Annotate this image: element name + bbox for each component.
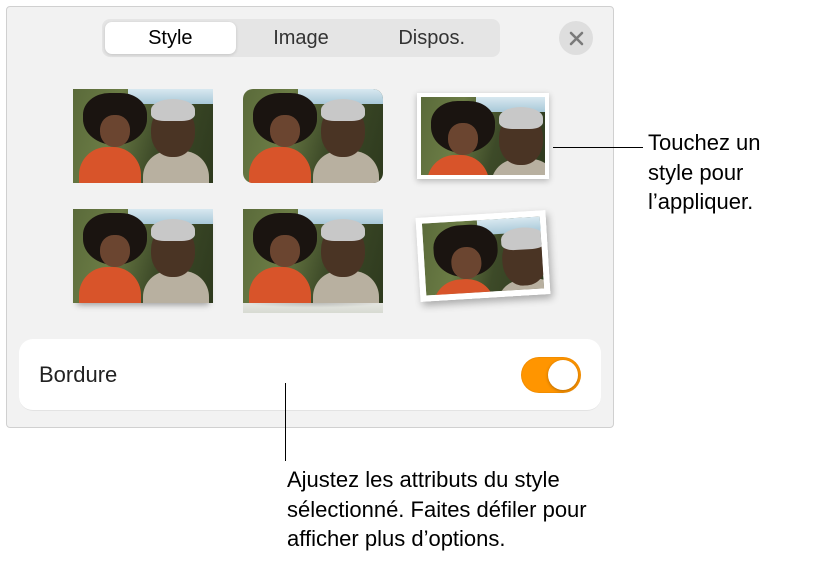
callout-adjust-attributes: Ajustez les attributs du style sélection…: [287, 465, 647, 554]
style-thumbnail-reflection[interactable]: [239, 205, 387, 307]
tab-dispos[interactable]: Dispos.: [366, 22, 497, 54]
border-toggle[interactable]: [521, 357, 581, 393]
photo-preview: [73, 89, 213, 183]
tab-dispos-label: Dispos.: [398, 27, 465, 50]
style-grid: [69, 85, 557, 307]
tab-image-label: Image: [273, 27, 329, 50]
style-thumbnail-rounded[interactable]: [239, 85, 387, 187]
callout-leader-line: [285, 383, 286, 461]
photo-preview: [416, 210, 551, 302]
tab-style[interactable]: Style: [105, 22, 236, 54]
close-button[interactable]: [559, 21, 593, 55]
callout-apply-style: Touchez un style pour l’appliquer.: [648, 128, 803, 217]
tab-style-label: Style: [148, 27, 192, 50]
tab-bar: Style Image Dispos.: [102, 19, 500, 57]
style-thumbnail-drop-shadow[interactable]: [69, 205, 217, 307]
style-thumbnail-white-border[interactable]: [409, 85, 557, 187]
style-thumbnail-plain[interactable]: [69, 85, 217, 187]
border-row: Bordure: [19, 339, 601, 411]
toggle-knob: [548, 360, 578, 390]
callout-leader-line: [553, 147, 643, 148]
format-panel: Style Image Dispos.: [6, 6, 614, 428]
photo-preview: [417, 93, 549, 179]
photo-preview: [243, 89, 383, 183]
photo-preview: [243, 209, 383, 303]
style-thumbnail-polaroid-tilt[interactable]: [409, 205, 557, 307]
photo-preview: [73, 209, 213, 303]
close-icon: [569, 31, 584, 46]
border-label: Bordure: [39, 362, 117, 388]
tab-image[interactable]: Image: [236, 22, 367, 54]
